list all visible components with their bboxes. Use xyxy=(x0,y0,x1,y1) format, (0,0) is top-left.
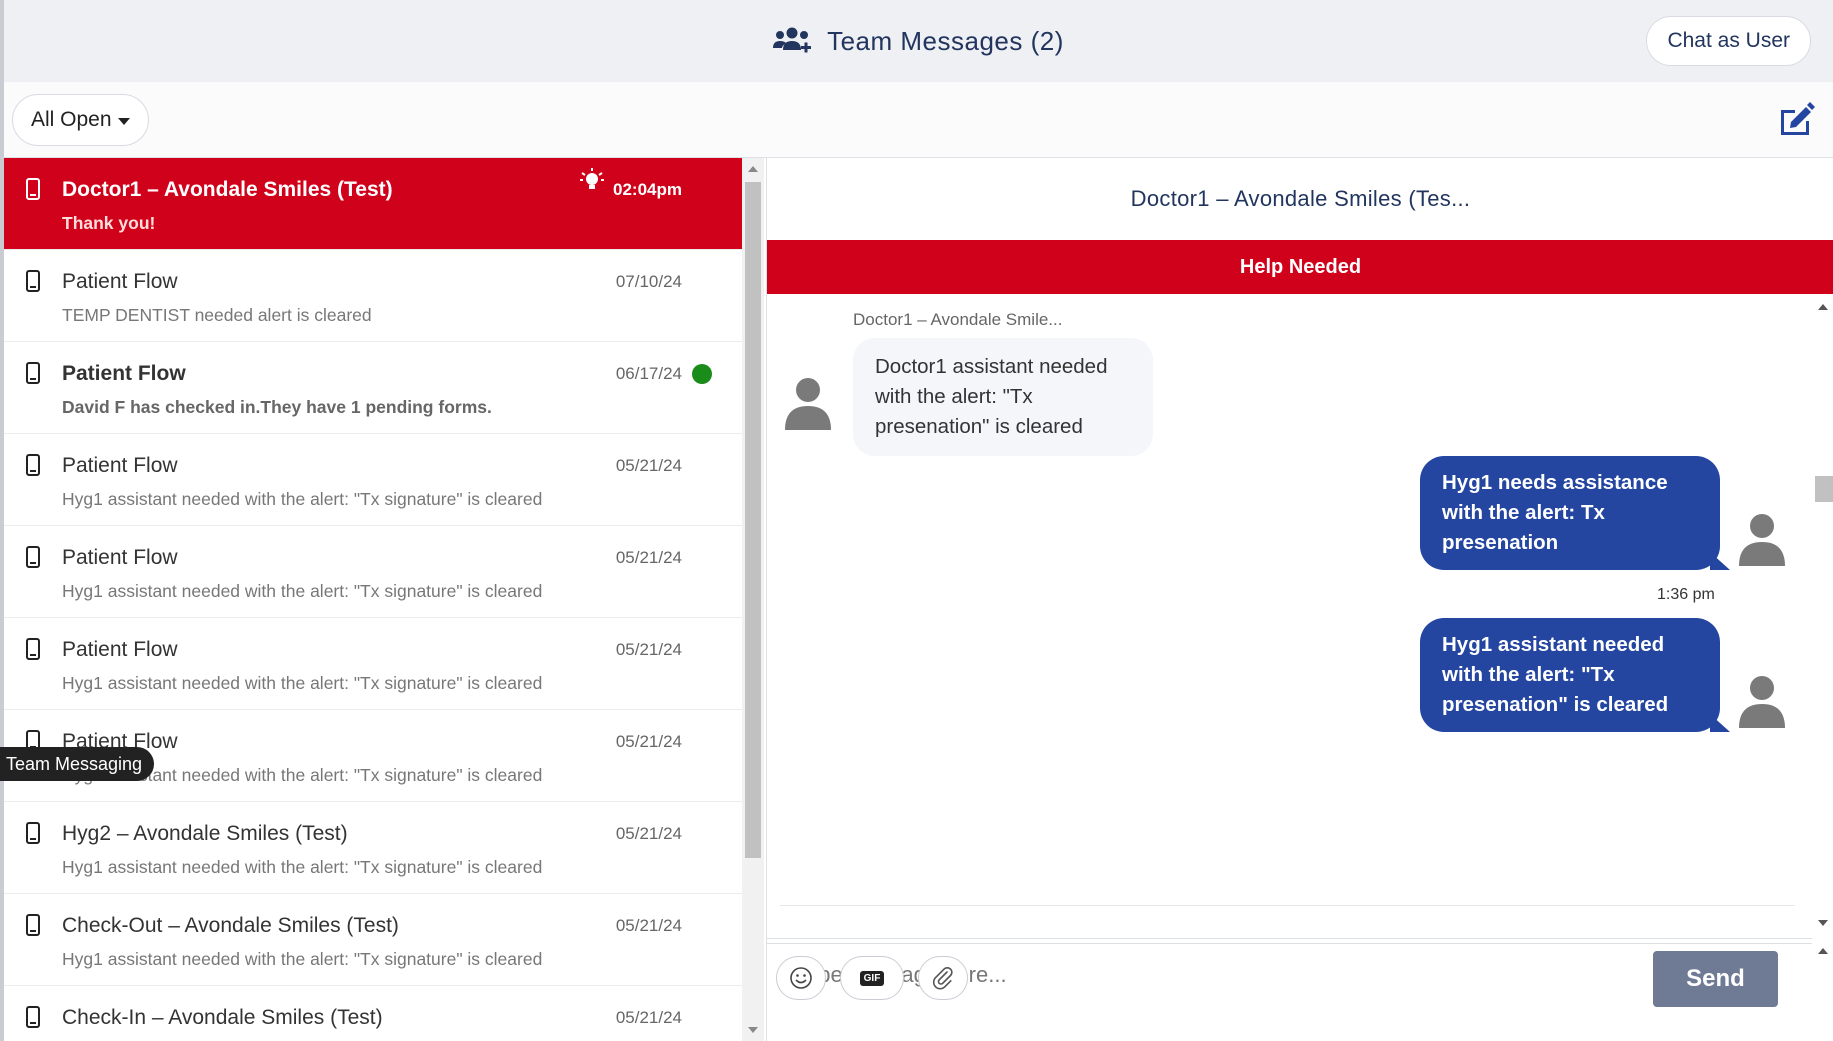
conversation-preview: Hyg1 assistant needed with the alert: "T… xyxy=(62,489,543,509)
conversation-date: 07/10/24 xyxy=(615,272,682,291)
conversation-date: 05/21/24 xyxy=(615,548,682,567)
conversation-name: Patient Flow xyxy=(62,362,186,385)
conversation-item[interactable]: Check-In – Avondale Smiles (Test)Hyg1 as… xyxy=(4,986,742,1041)
message-thread: Doctor1 – Avondale Smile... Doctor1 assi… xyxy=(767,294,1812,938)
conversation-date: 02:04pm xyxy=(613,180,682,199)
phone-icon xyxy=(26,914,40,936)
composer-divider xyxy=(767,938,1812,944)
phone-icon xyxy=(26,454,40,476)
header-bar: Team Messages (2) Chat as User xyxy=(0,0,1833,82)
outgoing-message-bubble: Hyg1 assistant needed with the alert: "T… xyxy=(1420,618,1720,732)
conversation-name: Patient Flow xyxy=(62,270,178,293)
conversation-date: 05/21/24 xyxy=(615,640,682,659)
filter-selected-label: All Open xyxy=(31,108,112,131)
conversation-date: 05/21/24 xyxy=(615,1008,682,1027)
conversation-item[interactable]: Patient Flow Hyg1 assistant needed with t… xyxy=(4,526,742,618)
conversation-preview: David F has checked in.They have 1 pendi… xyxy=(62,397,492,417)
scroll-down-arrow[interactable] xyxy=(1818,920,1828,926)
unread-indicator xyxy=(692,364,712,384)
conversation-preview: Hyg1 assistant needed with the alert: "T… xyxy=(62,673,543,693)
conversation-item[interactable]: Patient Flow TEMP DENTIST needed alert is… xyxy=(4,250,742,342)
scroll-up-arrow[interactable] xyxy=(1818,948,1828,954)
conversation-name: Doctor1 – Avondale Smiles (Test) xyxy=(62,178,393,201)
conversation-name: Hyg2 – Avondale Smiles (Test) xyxy=(62,822,348,845)
conversation-date: 05/21/24 xyxy=(615,824,682,843)
phone-icon xyxy=(26,178,40,200)
conversation-date: 06/17/24 xyxy=(615,364,682,383)
conversation-name: Check-Out – Avondale Smiles (Test) xyxy=(62,914,399,937)
outgoing-message-bubble: Hyg1 needs assistance with the alert: Tx… xyxy=(1420,456,1720,570)
conversation-item[interactable]: Patient Flow Hyg1 assistant needed with t… xyxy=(4,434,742,526)
message-thread-scrollbar[interactable] xyxy=(1812,294,1833,938)
conversation-name: Patient Flow xyxy=(62,638,178,661)
phone-icon xyxy=(26,362,40,384)
scroll-thumb[interactable] xyxy=(1815,476,1833,502)
message-timestamp: 1:36 pm xyxy=(1657,586,1715,603)
conversation-date: 05/21/24 xyxy=(615,916,682,935)
chat-pane: Doctor1 – Avondale Smiles (Tes... Help N… xyxy=(766,158,1833,1041)
user-avatar-icon xyxy=(785,378,831,430)
team-icon xyxy=(773,27,812,53)
phone-icon xyxy=(26,822,40,844)
input-underline xyxy=(780,905,1795,906)
team-messaging-tooltip: Team Messaging xyxy=(0,747,155,781)
conversation-date: 05/21/24 xyxy=(615,456,682,475)
scroll-down-arrow[interactable] xyxy=(748,1027,758,1033)
emoji-icon xyxy=(790,967,812,989)
paperclip-icon xyxy=(932,966,953,990)
scroll-thumb[interactable] xyxy=(745,182,761,858)
send-button[interactable]: Send xyxy=(1653,951,1778,1007)
phone-icon xyxy=(26,546,40,568)
caret-down-icon xyxy=(117,117,130,125)
conversation-list-scrollbar[interactable] xyxy=(742,158,764,1041)
conversation-item[interactable]: Patient Flow Hyg1 assistant needed with t… xyxy=(4,618,742,710)
emoji-button[interactable] xyxy=(776,956,826,1000)
help-needed-banner: Help Needed xyxy=(767,240,1833,294)
lightbulb-icon xyxy=(580,168,604,189)
compose-icon[interactable] xyxy=(1775,100,1815,138)
conversation-item[interactable]: Hyg2 – Avondale Smiles (Test) Hyg1 assist… xyxy=(4,802,742,894)
scroll-up-arrow[interactable] xyxy=(748,166,758,172)
attach-button[interactable] xyxy=(918,956,968,1000)
filter-bar: All Open xyxy=(0,82,1833,158)
conversation-preview: TEMP DENTIST needed alert is cleared xyxy=(62,305,372,325)
conversation-filter-dropdown[interactable]: All Open xyxy=(12,94,149,146)
conversation-item[interactable]: Doctor1 – Avondale Smiles (Test) Thank yo… xyxy=(4,158,742,250)
phone-icon xyxy=(26,1006,40,1028)
conversation-date: 05/21/24 xyxy=(615,732,682,751)
conversation-item[interactable]: Patient Flow David F has checked in.They … xyxy=(4,342,742,434)
conversation-name: Patient Flow xyxy=(62,454,178,477)
user-avatar-icon xyxy=(1739,676,1785,728)
incoming-message-bubble: Doctor1 assistant needed with the alert:… xyxy=(853,338,1153,456)
user-avatar-icon xyxy=(1739,514,1785,566)
conversation-preview: Hyg1 assistant needed with the alert: "T… xyxy=(62,949,543,969)
scroll-up-arrow[interactable] xyxy=(1818,304,1828,310)
conversation-list: Doctor1 – Avondale Smiles (Test) Thank yo… xyxy=(0,158,742,1041)
composer-scrollbar[interactable] xyxy=(1812,938,1833,1041)
phone-icon xyxy=(26,270,40,292)
conversation-item[interactable]: Check-Out – Avondale Smiles (Test) Hyg1 a… xyxy=(4,894,742,986)
chat-title: Doctor1 – Avondale Smiles (Tes... xyxy=(1130,186,1471,211)
gif-icon: GIF xyxy=(859,970,885,986)
conversation-preview: Thank you! xyxy=(62,213,156,233)
conversation-name: Patient Flow xyxy=(62,546,178,569)
gif-button[interactable]: GIF xyxy=(840,956,904,1000)
conversation-preview: Hyg1 assistant needed with the alert: "T… xyxy=(62,581,543,601)
incoming-sender-name: Doctor1 – Avondale Smile... xyxy=(853,310,1063,329)
header-title-wrap: Team Messages (2) xyxy=(4,0,1833,82)
conversation-name: Check-In – Avondale Smiles (Test) xyxy=(62,1006,383,1029)
chat-as-user-button[interactable]: Chat as User xyxy=(1646,16,1811,66)
phone-icon xyxy=(26,638,40,660)
page-title: Team Messages (2) xyxy=(827,25,1064,56)
conversation-preview: Hyg1 assistant needed with the alert: "T… xyxy=(62,857,543,877)
